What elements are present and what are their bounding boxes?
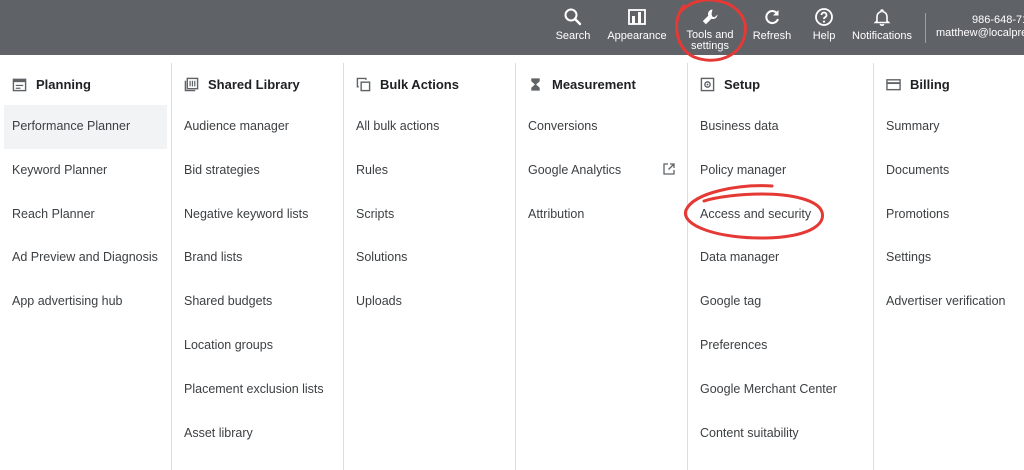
appearance-icon xyxy=(628,9,646,25)
shared-library-title: Shared Library xyxy=(208,76,300,92)
wrench-icon xyxy=(702,9,718,25)
menu-item-uploads[interactable]: Uploads xyxy=(348,280,515,324)
appearance-button[interactable]: Appearance xyxy=(604,0,670,55)
menu-item-data-manager[interactable]: Data manager xyxy=(692,236,873,280)
toolbar-divider xyxy=(925,13,926,43)
menu-item-bid-strategies[interactable]: Bid strategies xyxy=(176,149,343,193)
shared-library-heading: Shared Library xyxy=(184,75,300,93)
menu-item-performance-planner[interactable]: Performance Planner xyxy=(4,105,167,149)
google-analytics-label: Google Analytics xyxy=(528,162,622,177)
top-toolbar: Search Appearance Tools and settings Ref… xyxy=(0,0,1024,55)
billing-column: Billing Summary Documents Promotions Set… xyxy=(874,55,1024,470)
menu-item-documents[interactable]: Documents xyxy=(878,149,1024,193)
hourglass-icon xyxy=(531,77,540,91)
menu-item-preferences[interactable]: Preferences xyxy=(692,324,873,368)
measurement-heading: Measurement xyxy=(528,75,636,93)
bulk-actions-column: Bulk Actions All bulk actions Rules Scri… xyxy=(344,55,515,470)
planning-column: Planning Performance Planner Keyword Pla… xyxy=(0,55,171,470)
account-phone: 986-648-71 xyxy=(972,14,1024,26)
menu-item-advertiser-verification[interactable]: Advertiser verification xyxy=(878,280,1024,324)
calendar-icon xyxy=(12,78,27,91)
menu-item-content-suitability[interactable]: Content suitability xyxy=(692,412,873,456)
menu-item-shared-budgets[interactable]: Shared budgets xyxy=(176,280,343,324)
menu-item-brand-lists[interactable]: Brand lists xyxy=(176,236,343,280)
menu-item-audience-manager[interactable]: Audience manager xyxy=(176,105,343,149)
menu-item-rules[interactable]: Rules xyxy=(348,149,515,193)
bulk-actions-title: Bulk Actions xyxy=(380,76,459,92)
help-button[interactable]: Help xyxy=(806,0,842,55)
menu-item-location-groups[interactable]: Location groups xyxy=(176,324,343,368)
help-label: Help xyxy=(812,30,836,42)
measurement-column: Measurement Conversions Google Analytics… xyxy=(516,55,687,470)
help-icon xyxy=(815,8,833,26)
tools-and-settings-button[interactable]: Tools and settings xyxy=(682,0,738,55)
menu-item-placement-exclusion-lists[interactable]: Placement exclusion lists xyxy=(176,368,343,412)
notifications-button[interactable]: Notifications xyxy=(848,0,916,55)
menu-item-policy-manager[interactable]: Policy manager xyxy=(692,149,873,193)
menu-item-asset-library[interactable]: Asset library xyxy=(176,412,343,456)
menu-item-ad-preview[interactable]: Ad Preview and Diagnosis xyxy=(4,236,171,280)
bell-icon xyxy=(873,9,891,26)
shared-library-column: Shared Library Audience manager Bid stra… xyxy=(172,55,343,470)
planning-title: Planning xyxy=(36,76,91,92)
planning-heading: Planning xyxy=(12,75,91,93)
menu-item-reach-planner[interactable]: Reach Planner xyxy=(4,193,171,237)
setup-column: Setup Business data Policy manager Acces… xyxy=(688,55,873,470)
menu-item-conversions[interactable]: Conversions xyxy=(520,105,687,149)
measurement-title: Measurement xyxy=(552,76,636,92)
appearance-label: Appearance xyxy=(607,30,667,42)
menu-item-google-merchant-center[interactable]: Google Merchant Center xyxy=(692,368,873,412)
search-button[interactable]: Search xyxy=(552,0,594,55)
tools-and-settings-label: Tools and settings xyxy=(682,30,738,52)
menu-item-summary[interactable]: Summary xyxy=(878,105,1024,149)
menu-item-attribution[interactable]: Attribution xyxy=(520,193,687,237)
search-icon xyxy=(564,8,582,26)
menu-item-keyword-planner[interactable]: Keyword Planner xyxy=(4,149,171,193)
menu-item-all-bulk-actions[interactable]: All bulk actions xyxy=(348,105,515,149)
account-email: matthew@localpre xyxy=(936,27,1024,39)
menu-item-promotions[interactable]: Promotions xyxy=(878,193,1024,237)
billing-title: Billing xyxy=(910,76,950,92)
billing-heading: Billing xyxy=(886,75,950,93)
menu-item-negative-keyword-lists[interactable]: Negative keyword lists xyxy=(176,193,343,237)
menu-item-solutions[interactable]: Solutions xyxy=(348,236,515,280)
search-label: Search xyxy=(555,30,591,42)
tools-label-line2: settings xyxy=(691,40,729,52)
setup-heading: Setup xyxy=(700,75,760,93)
setup-icon xyxy=(700,77,715,91)
refresh-label: Refresh xyxy=(752,30,792,42)
menu-item-scripts[interactable]: Scripts xyxy=(348,193,515,237)
menu-item-app-advertising-hub[interactable]: App advertising hub xyxy=(4,280,171,324)
refresh-button[interactable]: Refresh xyxy=(748,0,796,55)
menu-item-google-analytics[interactable]: Google Analytics xyxy=(520,149,687,193)
external-link-icon xyxy=(663,163,675,175)
menu-item-settings[interactable]: Settings xyxy=(878,236,1024,280)
card-icon xyxy=(886,78,901,90)
bulk-actions-heading: Bulk Actions xyxy=(356,75,459,93)
notifications-label: Notifications xyxy=(852,30,912,42)
menu-item-google-tag[interactable]: Google tag xyxy=(692,280,873,324)
library-icon xyxy=(184,77,199,91)
copy-icon xyxy=(356,77,371,91)
menu-item-access-and-security[interactable]: Access and security xyxy=(692,193,873,237)
refresh-icon xyxy=(765,10,779,25)
account-info[interactable]: 986-648-71 matthew@localpre xyxy=(936,14,1024,40)
menu-item-business-data[interactable]: Business data xyxy=(692,105,873,149)
setup-title: Setup xyxy=(724,76,761,92)
